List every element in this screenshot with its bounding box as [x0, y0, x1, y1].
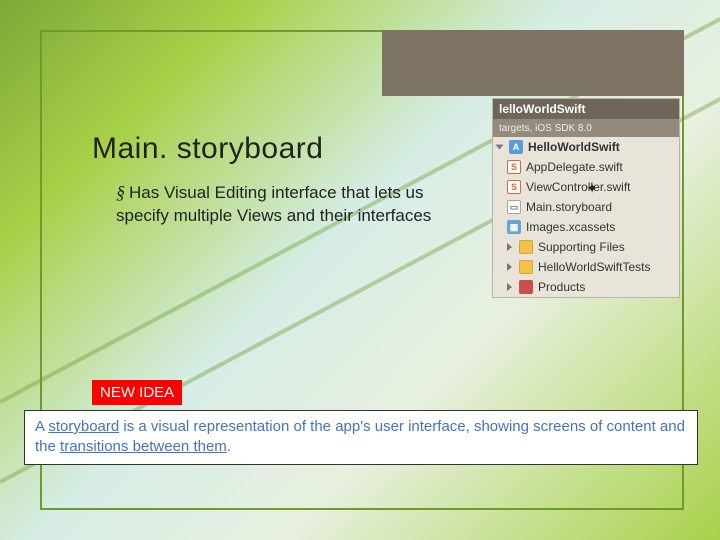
project-navigator: lelloWorldSwift targets, iOS SDK 8.0 A H…: [492, 98, 680, 298]
disclosure-triangle-icon: [496, 145, 504, 150]
panel-header: lelloWorldSwift: [493, 99, 679, 119]
tree-item[interactable]: S AppDelegate.swift: [493, 157, 679, 177]
swift-file-icon: S: [507, 180, 521, 194]
tree-item[interactable]: Products: [493, 277, 679, 297]
tree-item[interactable]: ▦ Images.xcassets: [493, 217, 679, 237]
disclosure-triangle-icon: [507, 243, 512, 251]
slide-title: Main. storyboard: [92, 132, 323, 166]
tree-item-label: Products: [538, 280, 585, 294]
content-frame: Main. storyboard §Has Visual Editing int…: [40, 30, 684, 510]
tree-root-label: HelloWorldSwift: [528, 140, 620, 154]
body-text: §Has Visual Editing interface that lets …: [116, 180, 446, 228]
disclosure-triangle-icon: [507, 283, 512, 291]
tree-item[interactable]: HelloWorldSwiftTests: [493, 257, 679, 277]
bullet-glyph: §: [116, 180, 125, 204]
tree-item[interactable]: ▭ Main.storyboard: [493, 197, 679, 217]
panel-subheader: targets, iOS SDK 8.0: [493, 119, 679, 137]
tree-item[interactable]: S ViewController.swift: [493, 177, 679, 197]
project-icon: A: [509, 140, 523, 154]
callout-pre: A: [35, 418, 48, 435]
slide: Main. storyboard §Has Visual Editing int…: [0, 0, 720, 540]
tree-item-label: AppDelegate.swift: [526, 160, 623, 174]
folder-icon: [519, 260, 533, 274]
callout-box: A storyboard is a visual representation …: [24, 410, 698, 465]
tree-item-label: Images.xcassets: [526, 220, 615, 234]
storyboard-file-icon: ▭: [507, 200, 521, 214]
swift-file-icon: S: [507, 160, 521, 174]
body-content: Has Visual Editing interface that lets u…: [116, 183, 431, 225]
disclosure-triangle-icon: [507, 263, 512, 271]
products-folder-icon: [519, 280, 533, 294]
new-idea-badge: NEW IDEA: [92, 380, 182, 405]
tree-item-label: HelloWorldSwiftTests: [538, 260, 650, 274]
assets-folder-icon: ▦: [507, 220, 521, 234]
tree-item-label: Supporting Files: [538, 240, 625, 254]
tree-root[interactable]: A HelloWorldSwift: [493, 137, 679, 157]
tree-item[interactable]: Supporting Files: [493, 237, 679, 257]
tree-item-label: Main.storyboard: [526, 200, 612, 214]
title-bar: [382, 30, 684, 96]
folder-icon: [519, 240, 533, 254]
callout-post: .: [227, 438, 231, 455]
callout-term-storyboard: storyboard: [48, 418, 119, 435]
callout-term-transitions: transitions between them: [60, 438, 227, 455]
tree-item-label: ViewController.swift: [526, 180, 630, 194]
